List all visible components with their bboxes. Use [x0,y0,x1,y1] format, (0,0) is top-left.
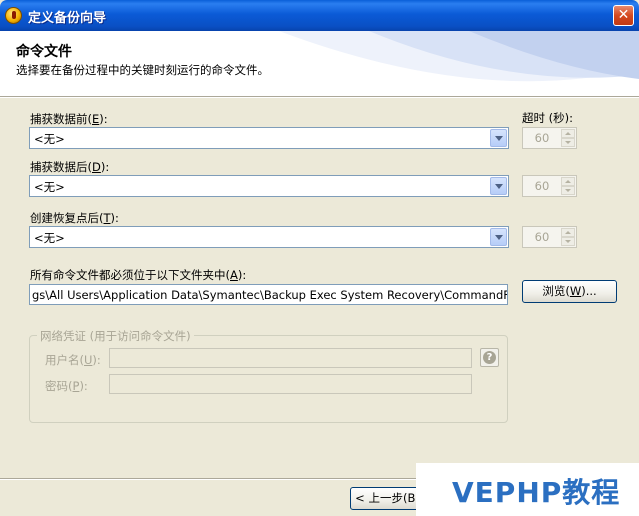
after-restore-point-label: 创建恢复点后(T): [30,211,119,225]
timeout-label: 超时 (秒): [522,111,574,125]
window-title: 定义备份向导 [28,11,107,26]
folder-label: 所有命令文件都必须位于以下文件夹中(A): [30,268,247,282]
username-field [109,348,472,368]
spin-down-icon [561,138,575,147]
spin-down-icon [561,237,575,246]
after-restore-point-timeout: 60 [522,226,577,248]
back-button[interactable]: < 上一步(B) [350,487,425,510]
chevron-down-icon[interactable] [490,177,507,195]
spin-up-icon [561,177,575,186]
after-restore-point-dropdown[interactable]: <无> [29,226,509,248]
before-capture-label: 捕获数据前(E): [30,112,108,126]
after-capture-label: 捕获数据后(D): [30,160,110,174]
before-capture-dropdown[interactable]: <无> [29,127,509,149]
after-restore-point-timeout-value: 60 [534,230,550,244]
password-label: 密码(P): [45,379,88,393]
backup-exec-icon [5,7,22,24]
page-subtitle: 选择要在备份过程中的关键时刻运行的命令文件。 [16,63,269,77]
wizard-window: 定义备份向导 ✕ 命令文件 选择要在备份过程中的关键时刻运行的命令文件。 超时 … [0,0,639,516]
wizard-header: 命令文件 选择要在备份过程中的关键时刻运行的命令文件。 [0,31,639,96]
username-label: 用户名(U): [45,353,101,367]
chevron-down-icon[interactable] [490,228,507,246]
header-divider [0,96,639,98]
command-folder-input[interactable]: gs\All Users\Application Data\Symantec\B… [29,284,508,305]
command-folder-path: gs\All Users\Application Data\Symantec\B… [32,288,508,302]
chevron-down-icon[interactable] [490,129,507,147]
title-bar: 定义备份向导 ✕ [0,0,639,31]
after-capture-value: <无> [34,180,65,194]
close-button[interactable]: ✕ [613,5,634,26]
watermark-text: VEPHP教程 [452,476,621,509]
header-swoosh [279,31,639,82]
after-restore-point-value: <无> [34,231,65,245]
spin-up-icon [561,228,575,237]
spin-down-icon [561,186,575,195]
network-credentials-legend: 网络凭证 (用于访问命令文件) [37,328,194,344]
spin-up-icon [561,129,575,138]
password-field [109,374,472,394]
before-capture-value: <无> [34,132,65,146]
close-icon: ✕ [617,7,630,23]
after-capture-timeout-value: 60 [534,179,550,193]
before-capture-timeout-value: 60 [534,131,550,145]
page-title: 命令文件 [16,44,72,60]
after-capture-dropdown[interactable]: <无> [29,175,509,197]
watermark: VEPHP教程 [416,463,639,516]
help-icon: ? [480,348,499,367]
before-capture-timeout: 60 [522,127,577,149]
after-capture-timeout: 60 [522,175,577,197]
browse-button[interactable]: 浏览(W)... [522,280,617,303]
